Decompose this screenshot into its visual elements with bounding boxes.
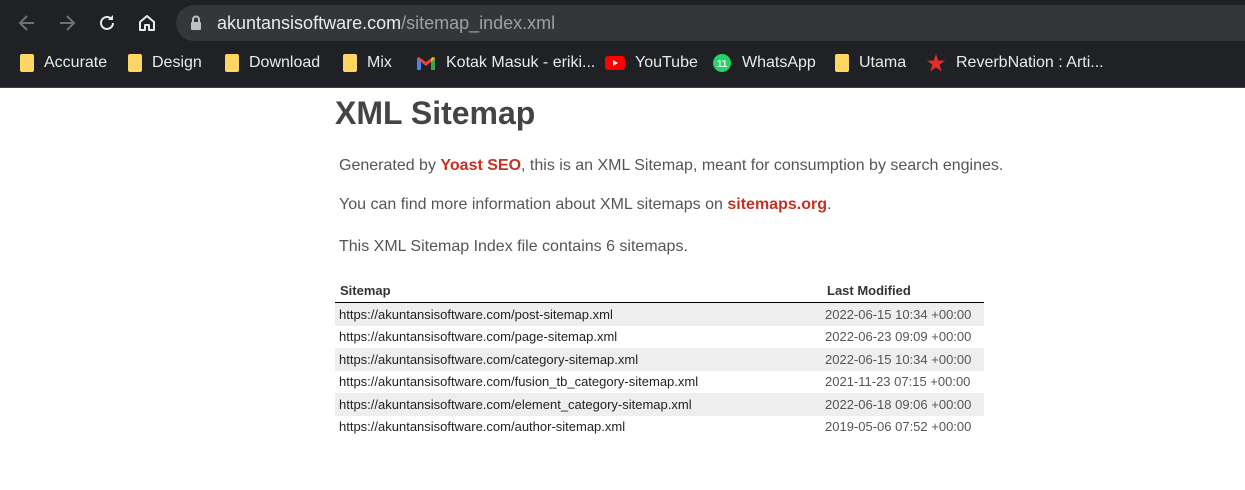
arrow-left-icon xyxy=(18,15,34,31)
last-modified: 2022-06-15 10:34 +00:00 xyxy=(822,302,984,326)
bookmark-reverbnation[interactable]: ReverbNation : Arti... xyxy=(926,46,1104,80)
table-row: https://akuntansisoftware.com/post-sitem… xyxy=(335,302,984,326)
bookmark-label: YouTube xyxy=(635,54,698,71)
bookmark-youtube[interactable]: YouTube xyxy=(605,46,698,80)
bookmark-gmail[interactable]: Kotak Masuk - eriki... xyxy=(416,46,595,80)
whatsapp-icon: 11 xyxy=(713,54,731,72)
yoast-seo-link[interactable]: Yoast SEO xyxy=(440,157,521,174)
bookmark-whatsapp[interactable]: 11 WhatsApp xyxy=(712,46,816,80)
bookmark-label: Utama xyxy=(859,54,907,71)
intro-text: You can find more information about XML … xyxy=(339,196,728,213)
bookmark-mix[interactable]: Mix xyxy=(343,46,392,80)
last-modified: 2022-06-23 09:09 +00:00 xyxy=(825,329,972,345)
sitemap-link[interactable]: https://akuntansisoftware.com/author-sit… xyxy=(335,416,822,439)
intro-text: , this is an XML Sitemap, meant for cons… xyxy=(521,157,1004,174)
youtube-icon xyxy=(605,56,625,70)
bookmark-label: Accurate xyxy=(44,54,108,71)
url-host: akuntansisoftware.com xyxy=(217,13,402,33)
bookmarks-bar: Accurate Design Download Mix Kotak Masuk… xyxy=(0,46,1245,88)
header-last-modified: Last Modified xyxy=(822,279,984,303)
last-modified: 2019-05-06 07:52 +00:00 xyxy=(825,419,972,435)
reload-icon xyxy=(100,15,114,30)
bookmark-label: ReverbNation : Arti... xyxy=(956,54,1104,71)
intro-line-1: Generated by Yoast SEO, this is an XML S… xyxy=(339,157,1003,175)
table-row: https://akuntansisoftware.com/fusion_tb_… xyxy=(335,371,984,394)
folder-icon xyxy=(128,54,142,72)
page-content: XML Sitemap Generated by Yoast SEO, this… xyxy=(0,87,1245,490)
last-modified: 2022-06-15 10:34 +00:00 xyxy=(822,348,984,371)
intro-line-2: You can find more information about XML … xyxy=(339,196,831,214)
last-modified: 2021-11-23 07:15 +00:00 xyxy=(825,374,971,390)
bookmark-label: Design xyxy=(152,54,202,71)
bookmark-design[interactable]: Design xyxy=(128,46,202,80)
home-button[interactable] xyxy=(133,9,161,37)
star-icon xyxy=(927,53,945,71)
gmail-icon xyxy=(417,56,435,70)
url-text: akuntansisoftware.com/sitemap_index.xml xyxy=(217,13,555,34)
bookmark-label: Kotak Masuk - eriki... xyxy=(446,54,596,71)
intro-text: Generated by xyxy=(339,157,441,174)
intro-text: . xyxy=(826,196,832,213)
bookmark-utama[interactable]: Utama xyxy=(835,46,906,80)
browser-chrome: akuntansisoftware.com/sitemap_index.xml … xyxy=(0,0,1245,88)
forward-button[interactable] xyxy=(53,9,81,37)
bookmark-label: Mix xyxy=(367,54,392,71)
sitemap-link[interactable]: https://akuntansisoftware.com/post-sitem… xyxy=(335,302,822,326)
sitemap-link[interactable]: https://akuntansisoftware.com/page-sitem… xyxy=(335,326,822,349)
table-header-row: Sitemap Last Modified xyxy=(335,279,984,303)
bookmark-download[interactable]: Download xyxy=(225,46,320,80)
sitemap-link[interactable]: https://akuntansisoftware.com/element_ca… xyxy=(335,393,822,416)
home-icon xyxy=(139,15,155,31)
url-path: /sitemap_index.xml xyxy=(401,13,556,33)
bookmark-label: Download xyxy=(249,54,321,71)
folder-icon xyxy=(20,54,34,72)
sitemap-link[interactable]: https://akuntansisoftware.com/fusion_tb_… xyxy=(335,371,822,394)
header-sitemap: Sitemap xyxy=(335,279,822,303)
address-bar[interactable]: akuntansisoftware.com/sitemap_index.xml xyxy=(176,5,1245,41)
table-row: https://akuntansisoftware.com/author-sit… xyxy=(335,416,984,439)
page-title: XML Sitemap xyxy=(335,95,536,131)
last-modified: 2022-06-18 09:06 +00:00 xyxy=(822,393,984,416)
sitemaps-org-link[interactable]: sitemaps.org xyxy=(727,196,827,213)
folder-icon xyxy=(225,54,239,72)
table-row: https://akuntansisoftware.com/element_ca… xyxy=(335,393,984,416)
table-row: https://akuntansisoftware.com/page-sitem… xyxy=(335,326,984,349)
folder-icon xyxy=(835,54,849,72)
bookmark-accurate[interactable]: Accurate xyxy=(20,46,107,80)
sitemap-table: Sitemap Last Modified https://akuntansis… xyxy=(335,279,984,438)
reload-button[interactable] xyxy=(93,9,121,37)
arrow-right-icon xyxy=(60,15,76,31)
folder-icon xyxy=(343,54,357,72)
table-row: https://akuntansisoftware.com/category-s… xyxy=(335,348,984,371)
sitemap-count-text: This XML Sitemap Index file contains 6 s… xyxy=(339,238,688,255)
svg-text:11: 11 xyxy=(717,59,728,70)
browser-toolbar: akuntansisoftware.com/sitemap_index.xml xyxy=(0,0,1245,46)
lock-icon xyxy=(191,15,201,30)
back-button[interactable] xyxy=(13,9,41,37)
sitemap-link[interactable]: https://akuntansisoftware.com/category-s… xyxy=(335,348,822,371)
bookmark-label: WhatsApp xyxy=(742,54,816,71)
